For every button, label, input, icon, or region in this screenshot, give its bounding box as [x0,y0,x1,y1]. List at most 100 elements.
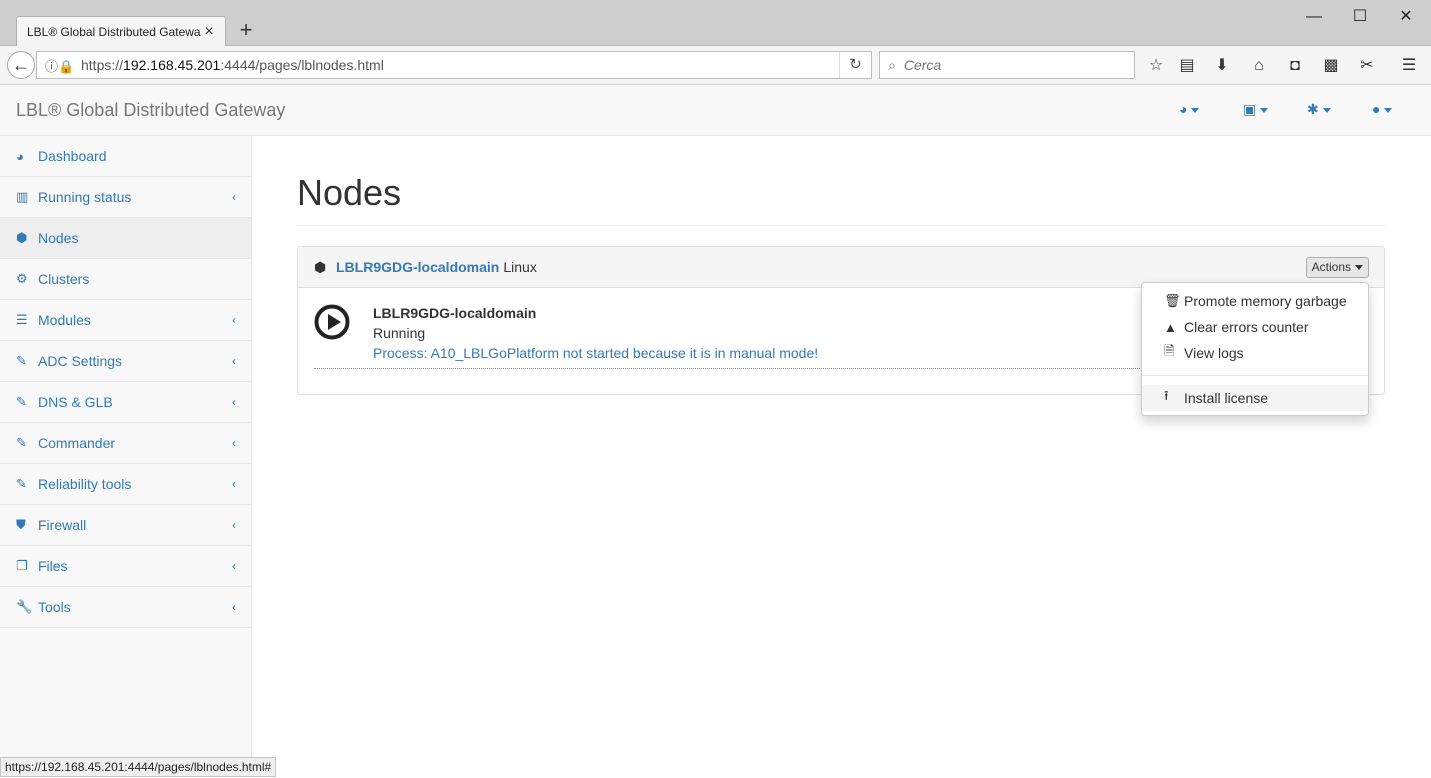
sidebar: ◕ Dashboard ▥ Running status ‹ ⬢ Nodes ⚙… [0,136,252,758]
sidebar-item-label: Running status [38,189,132,205]
chevron-left-icon: ‹ [232,313,236,327]
sidebar-item-dns-glb[interactable]: ✎ DNS & GLB ‹ [0,382,251,423]
menu-item-label: Clear errors counter [1184,319,1309,335]
window-close-icon[interactable]: ✕ [1383,6,1429,28]
save-icon: ▣ [1243,101,1257,117]
dashboard-menu[interactable]: ◕ [1179,101,1200,117]
browser-toolbar: ← ⓘ🔒 https://192.168.45.201:4444/pages/l… [0,46,1431,85]
caret-down-icon [1384,107,1393,113]
menu-item-label: View logs [1184,345,1244,361]
chevron-left-icon: ‹ [232,600,236,614]
url-path: :4444/pages/lblnodes.html [220,57,384,73]
dashboard-icon: ◕ [16,148,24,164]
sidebar-item-label: DNS & GLB [38,394,113,410]
node-link[interactable]: LBLR9GDG-localdomain [336,259,499,275]
chevron-left-icon: ‹ [232,477,236,491]
save-menu[interactable]: ▣ [1243,101,1269,118]
sidebar-item-label: ADC Settings [38,353,123,369]
menu-item-label: Promote memory garbage [1184,293,1347,309]
caret-down-icon [1260,107,1269,113]
file-icon: 🗎 [1164,343,1175,358]
sidebar-item-label: Commander [38,435,116,451]
site-info-icon[interactable]: ⓘ🔒 [37,56,81,75]
app-navbar: LBL® Global Distributed Gateway ◕ ▣ ✱ ● [0,85,1431,136]
url-host: 192.168.45.201 [123,57,221,73]
edit-icon: ✎ [16,435,27,450]
reload-icon[interactable]: ↻ [839,52,871,78]
actions-dropdown-menu: 🗑 Promote memory garbage ▲ Clear errors … [1141,282,1369,416]
cube-icon: ⬢ [314,258,327,275]
user-icon: ● [1372,101,1381,117]
gear-icon: ✱ [1307,101,1319,117]
menu-item-promote-memory-garbage[interactable]: 🗑 Promote memory garbage [1142,288,1368,314]
back-arrow-icon[interactable]: ← [7,51,35,79]
sidebar-item-clusters[interactable]: ⚙ Clusters [0,259,251,300]
chevron-left-icon: ‹ [232,354,236,368]
maximize-icon[interactable]: ☐ [1337,6,1383,28]
sidebar-item-label: Clusters [38,271,90,287]
pocket-icon[interactable]: ◘ [1284,55,1306,77]
cogs-icon: ⚙ [16,271,28,286]
search-input[interactable] [901,56,1122,74]
sidebar-item-tools[interactable]: 🔧 Tools ‹ [0,587,251,628]
warning-icon: ▲ [1164,319,1177,335]
url-bar[interactable]: ⓘ🔒 https://192.168.45.201:4444/pages/lbl… [36,51,872,79]
extension-icon[interactable]: ▩ [1320,55,1342,77]
trash-icon: 🗑 [1164,293,1181,308]
sidebar-item-label: Files [38,558,68,574]
reading-list-icon[interactable]: ▤ [1176,55,1198,77]
close-icon[interactable]: × [201,23,217,41]
files-icon: ❐ [16,558,28,573]
chevron-left-icon: ‹ [232,395,236,409]
sidebar-item-dashboard[interactable]: ◕ Dashboard [0,136,251,177]
actions-button[interactable]: Actions [1305,256,1369,278]
home-icon[interactable]: ⌂ [1248,55,1270,77]
search-bar[interactable]: ⌕ [879,51,1135,79]
play-circle-icon [314,304,350,340]
new-tab-icon[interactable]: + [236,18,256,42]
hamburger-menu-icon[interactable]: ☰ [1398,55,1420,77]
sidebar-item-label: Nodes [38,230,79,246]
url-prefix: https:// [81,57,124,73]
app-brand[interactable]: LBL® Global Distributed Gateway [16,100,285,121]
sidebar-item-modules[interactable]: ☰ Modules ‹ [0,300,251,341]
menu-divider [1142,375,1368,376]
caret-down-icon [1355,264,1363,270]
cube-icon: ⬢ [16,230,28,245]
menu-item-install-license[interactable]: ⭱ Install license [1142,385,1368,411]
screenshot-icon[interactable]: ✂ [1356,55,1378,77]
edit-icon: ✎ [16,353,27,368]
minimize-icon[interactable]: — [1291,6,1337,28]
tab-title: LBL® Global Distributed Gateway [27,24,201,39]
actions-label: Actions [1311,260,1351,274]
url-text[interactable]: https://192.168.45.201:4444/pages/lblnod… [81,57,839,73]
menu-item-clear-errors-counter[interactable]: ▲ Clear errors counter [1142,314,1368,340]
browser-titlebar: LBL® Global Distributed Gateway × + — ☐ … [0,0,1431,46]
sidebar-item-label: Modules [38,312,91,328]
node-process-message: Process: A10_LBLGoPlatform not started b… [373,345,819,361]
user-menu[interactable]: ● [1372,101,1393,117]
sidebar-item-commander[interactable]: ✎ Commander ‹ [0,423,251,464]
sidebar-item-adc-settings[interactable]: ✎ ADC Settings ‹ [0,341,251,382]
sidebar-item-label: Reliability tools [38,476,132,492]
sidebar-item-nodes[interactable]: ⬢ Nodes [0,218,251,259]
sidebar-item-label: Tools [38,599,71,615]
sidebar-item-reliability-tools[interactable]: ✎ Reliability tools ‹ [0,464,251,505]
menu-item-label: Install license [1184,390,1269,406]
browser-status-bar: https://192.168.45.201:4444/pages/lblnod… [0,757,277,777]
bookmark-star-icon[interactable]: ☆ [1145,55,1167,77]
settings-menu[interactable]: ✱ [1307,101,1331,118]
chevron-left-icon: ‹ [232,559,236,573]
upload-icon: ⭱ [1164,388,1169,403]
node-name: LBLR9GDG-localdomain [373,305,537,321]
caret-down-icon [1322,107,1331,113]
browser-tab[interactable]: LBL® Global Distributed Gateway × [16,16,226,46]
sidebar-item-running-status[interactable]: ▥ Running status ‹ [0,177,251,218]
sidebar-item-firewall[interactable]: ⛊ Firewall ‹ [0,505,251,546]
download-icon[interactable]: ⬇ [1211,55,1233,77]
menu-item-view-logs[interactable]: 🗎 View logs [1142,340,1368,366]
sidebar-item-files[interactable]: ❐ Files ‹ [0,546,251,587]
chevron-left-icon: ‹ [232,436,236,450]
sidebar-item-label: Dashboard [38,148,107,164]
shield-icon: ⛊ [16,517,26,532]
